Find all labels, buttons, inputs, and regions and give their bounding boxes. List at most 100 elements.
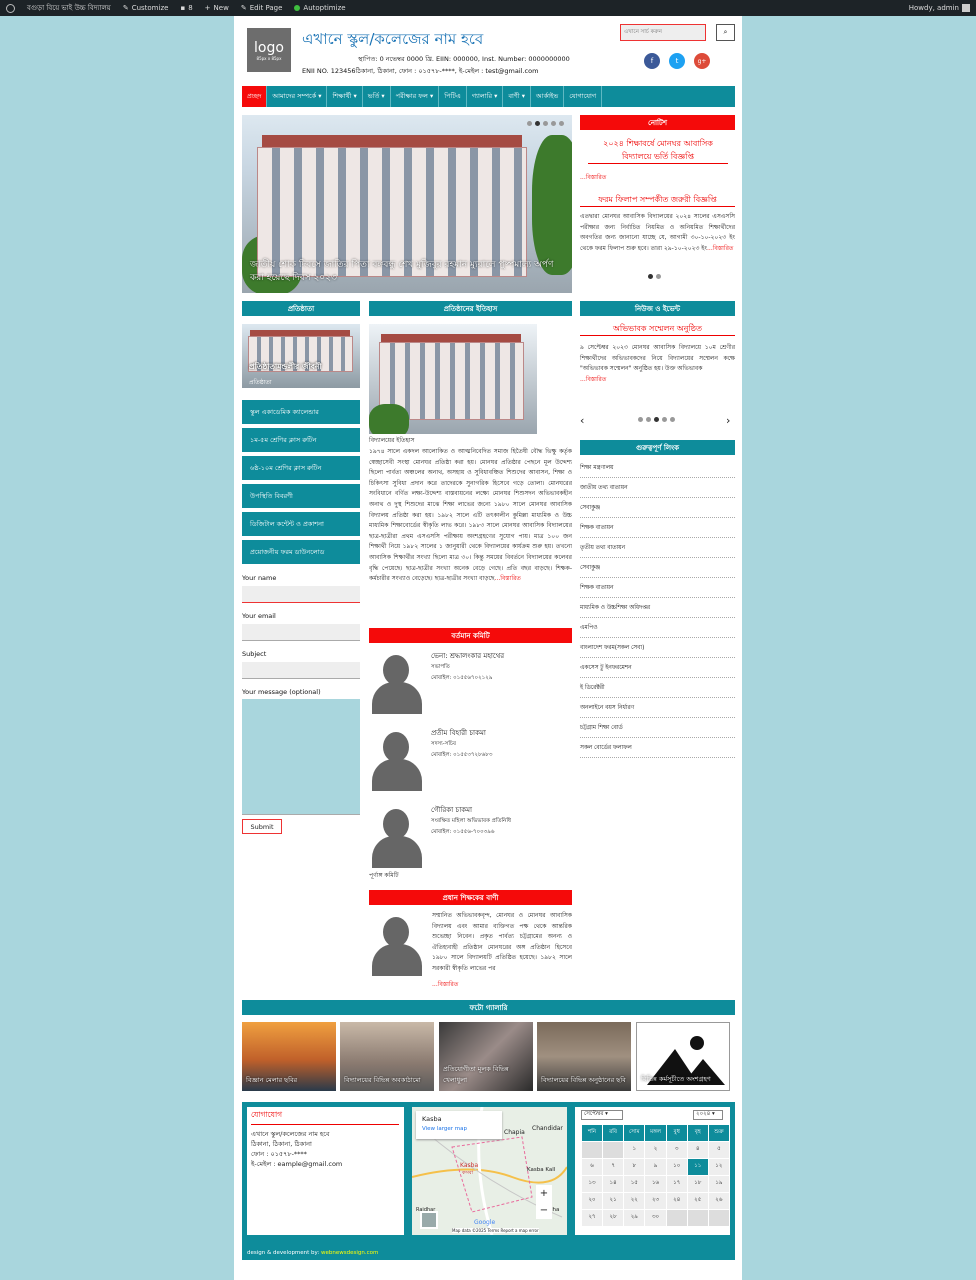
credit-link[interactable]: webnewsdesign.com [321,1250,378,1256]
autoptimize-link[interactable]: Autoptimize [288,0,351,16]
quick-link[interactable]: ই ডিরেক্টরী [580,678,735,698]
map-embed[interactable]: Kasba View larger map Chapia Chandidar K… [412,1107,567,1235]
slider-dot[interactable] [535,121,540,126]
nav-pta[interactable]: পিটিএ [439,86,467,107]
sidemenu-item[interactable]: প্রয়োজনীয় ফরম ডাউনলোড [242,540,360,566]
gallery-item[interactable]: বিদ্যালয়ের বিভিন্ন অবকাঠামো [340,1022,434,1091]
calendar-day[interactable]: ৭ [603,1159,624,1175]
gallery-item[interactable]: বিজ্ঞান মেলার ছবির [242,1022,336,1091]
slider-dot[interactable] [543,121,548,126]
quick-link[interactable]: শিক্ষক বাতায়ন [580,518,735,538]
calendar-day[interactable]: ৫ [708,1142,729,1158]
calendar-day[interactable]: ৩ [666,1142,687,1158]
calendar-day[interactable]: ৬ [582,1159,603,1175]
site-logo[interactable]: logo 85px x 85px [247,28,291,72]
message-textarea[interactable] [242,699,360,815]
facebook-icon[interactable]: f [644,53,660,69]
calendar-day-today[interactable]: ১১ [687,1159,708,1175]
slider-dot[interactable] [662,417,667,422]
slider-dot[interactable] [638,417,643,422]
quick-link[interactable]: শিক্ষা মন্ত্রণালয় [580,458,735,478]
news-dots[interactable] [638,417,734,422]
quick-link[interactable]: মাধ্যমিক ও উচ্চশিক্ষা অধিদপ্তর [580,598,735,618]
account-menu[interactable]: Howdy, admin [903,0,976,16]
slider-dots[interactable] [527,121,564,126]
slider-dot[interactable] [559,121,564,126]
nav-admission[interactable]: ভর্তি ▾ [363,86,391,107]
quick-link[interactable]: তৃতীয় তথ্য বাতায়ন [580,538,735,558]
twitter-icon[interactable]: t [669,53,685,69]
notice-heading-1[interactable]: ২০২৪ শিক্ষাবর্ষে মোনঘর আবাসিক বিদ্যালয়ে… [588,137,728,164]
new-link[interactable]: + New [199,0,235,16]
year-select[interactable]: ২০২৪ ▾ [693,1110,723,1120]
quick-link[interactable]: বাংলাদেশ ফরম(সকল সেবা) [580,638,735,658]
calendar-day[interactable]: ৩০ [645,1210,666,1226]
sidemenu-item[interactable]: ডিজিটাল কন্টেন্ট ও প্রকাশনা [242,512,360,538]
view-larger-map-link[interactable]: View larger map [422,1126,467,1132]
zoom-in-icon[interactable]: + [536,1185,552,1202]
notice-dots[interactable] [648,274,734,279]
calendar-day[interactable]: ৪ [687,1142,708,1158]
hero-slider[interactable]: জাতীয় শোক দিবসে জাতির পিতা বঙ্গবন্ধু শে… [242,115,572,293]
slider-dot[interactable] [654,417,659,422]
map-layer-toggle[interactable] [420,1211,438,1229]
calendar-day[interactable]: ২৬ [708,1193,729,1209]
quick-link[interactable]: সেবাকুঞ্জ [580,558,735,578]
slider-dot[interactable] [656,274,661,279]
nav-students[interactable]: শিক্ষার্থী ▾ [327,86,363,107]
calendar-day[interactable]: ২৩ [645,1193,666,1209]
slider-dot[interactable] [527,121,532,126]
quick-link[interactable]: চট্টগ্রাম শিক্ষা বোর্ড [580,718,735,738]
subject-input[interactable] [242,662,360,679]
notice-more-1[interactable]: ...বিস্তারিত [580,173,606,184]
chevron-left-icon[interactable]: ‹ [580,414,584,427]
calendar-day[interactable]: ২ [645,1142,666,1158]
calendar-day[interactable]: ২৭ [582,1210,603,1226]
wp-logo-item[interactable] [0,0,21,16]
edit-page-link[interactable]: ✎ Edit Page [235,0,289,16]
calendar-day[interactable]: ২৯ [624,1210,645,1226]
calendar-day[interactable]: ১৯ [708,1176,729,1192]
calendar-day[interactable]: ১ [624,1142,645,1158]
zoom-controls[interactable]: + − [536,1185,552,1219]
quick-link[interactable]: সকল বোর্ডের ফলাফল [580,738,735,758]
calendar-day[interactable]: ৯ [645,1159,666,1175]
quick-link[interactable]: এমপিও [580,618,735,638]
calendar-day[interactable]: ২৪ [666,1193,687,1209]
customize-link[interactable]: ✎ Customize [117,0,175,16]
calendar-day[interactable]: ২২ [624,1193,645,1209]
sidemenu-item[interactable]: উপস্থিতি বিবরণী [242,484,360,510]
quick-link[interactable]: অনলাইনে বয়স নির্ধারণ [580,698,735,718]
calendar-day[interactable]: ২৫ [687,1193,708,1209]
month-select[interactable]: সেপ্টেম্বর ▾ [581,1110,623,1120]
full-committee-link[interactable]: পূর্ণাঙ্গ কমিটি [369,870,399,881]
calendar-day[interactable]: ১০ [666,1159,687,1175]
calendar-day[interactable]: ১৩ [582,1176,603,1192]
calendar-day[interactable]: ২০ [582,1193,603,1209]
slider-dot[interactable] [670,417,675,422]
slider-caption[interactable]: জাতীয় শোক দিবসে জাতির পিতা বঙ্গবন্ধু শে… [250,259,560,285]
zoom-out-icon[interactable]: − [536,1202,552,1219]
email-input[interactable] [242,624,360,641]
calendar-day[interactable]: ৮ [624,1159,645,1175]
quick-link[interactable]: জাতীয় তথ্য বাতায়ন [580,478,735,498]
history-image[interactable] [369,324,537,434]
nav-results[interactable]: পরীক্ষার ফল ▾ [391,86,440,107]
comments-link[interactable]: ▪ 8 [174,0,198,16]
calendar-day[interactable]: ২৮ [603,1210,624,1226]
calendar-day[interactable]: ২১ [603,1193,624,1209]
calendar-day[interactable]: ১৪ [603,1176,624,1192]
slider-dot[interactable] [648,274,653,279]
nav-home[interactable]: প্রচ্ছদ [242,86,268,107]
calendar-day[interactable]: ১৭ [666,1176,687,1192]
slider-dot[interactable] [646,417,651,422]
founder-image[interactable]: প্রতিষ্ঠাতামন্ডলীর জীবনী প্রতিষ্ঠাতা [242,324,360,388]
submit-button[interactable]: Submit [242,819,282,834]
googleplus-icon[interactable]: g+ [694,53,710,69]
calendar-day[interactable]: ১৬ [645,1176,666,1192]
nav-gallery[interactable]: গ্যালারি ▾ [467,86,504,107]
calendar-day[interactable]: ১৮ [687,1176,708,1192]
gallery-item[interactable]: প্রতিযোগীতা মূলক বিভিন্ন খেলাধুলা [439,1022,533,1091]
quick-link[interactable]: একসেস টু ইনফরমেশন [580,658,735,678]
nav-messages[interactable]: বাণী ▾ [503,86,532,107]
